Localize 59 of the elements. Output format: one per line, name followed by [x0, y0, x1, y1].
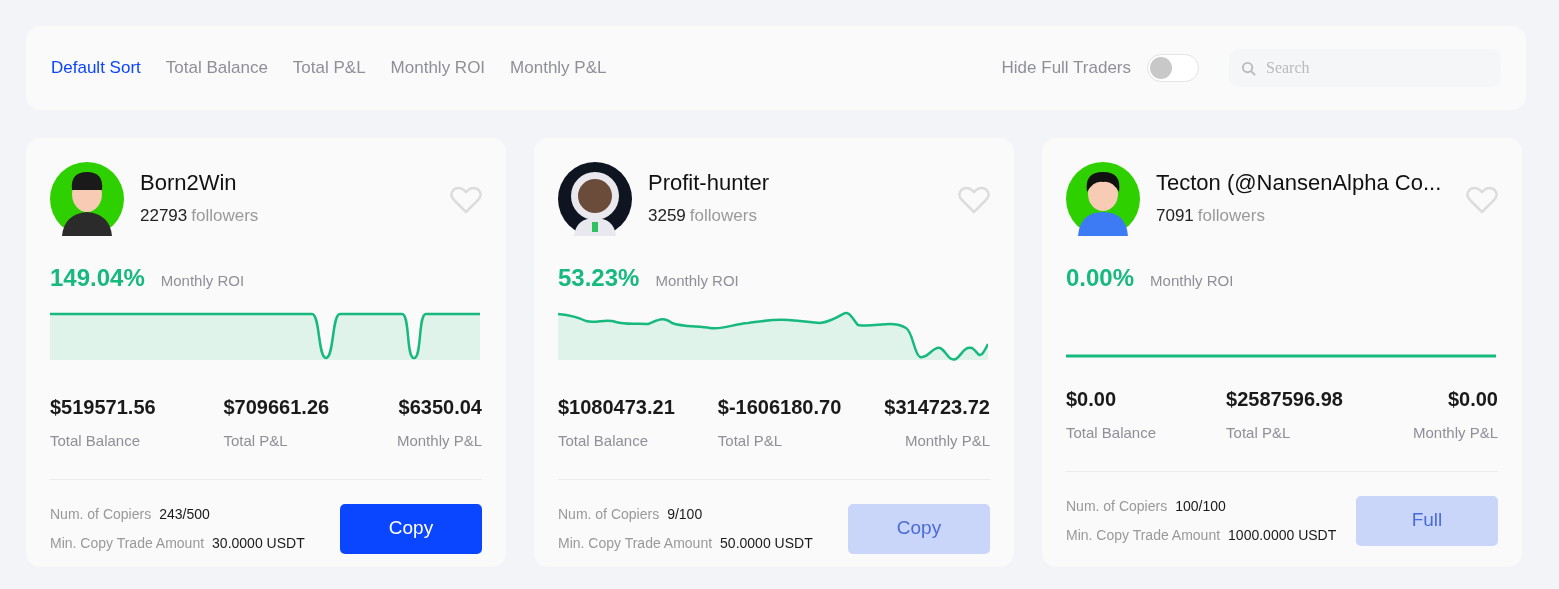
stat-value: $314723.72: [884, 395, 990, 420]
roi-value: 0.00%: [1066, 263, 1135, 293]
stat-value: $0.00: [1446, 387, 1498, 412]
roi-value: 53.23%: [558, 263, 640, 293]
copiers-label: Num. of Copiers: [50, 504, 152, 524]
stat-label: Total Balance: [558, 431, 650, 451]
min-amount-label: Min. Copy Trade Amount: [1066, 525, 1221, 545]
copiers-label: Num. of Copiers: [558, 504, 660, 524]
search-icon: [1241, 60, 1256, 76]
roi-label: Monthly ROI: [160, 271, 245, 291]
toggle-switch[interactable]: [1147, 54, 1199, 82]
roi-label: Monthly ROI: [655, 271, 739, 291]
sort-tab[interactable]: Total P&L: [292, 55, 366, 81]
stat-value: $6350.04: [397, 395, 482, 420]
stat-label: Total P&L: [223, 431, 289, 451]
min-amount-label: Min. Copy Trade Amount: [558, 533, 713, 553]
followers-label: followers: [1197, 205, 1265, 227]
sort-tab[interactable]: Monthly P&L: [510, 55, 607, 81]
heart-icon[interactable]: [450, 186, 482, 214]
stat-value: $709661.26: [223, 395, 330, 420]
search-box[interactable]: Search: [1229, 49, 1501, 87]
min-amount-value: 30.0000 USDT: [212, 533, 305, 553]
trader-name[interactable]: Profit-hunter: [648, 166, 958, 199]
copiers-count: 243/500: [159, 504, 210, 524]
stat-label: Total P&L: [717, 431, 784, 451]
stat-value: $0.00: [1066, 387, 1118, 412]
follower-count: 3259: [648, 205, 686, 227]
followers-label: followers: [689, 205, 757, 227]
min-amount-value: 1000.0000 USDT: [1228, 525, 1337, 545]
stat-label: Total Balance: [1066, 423, 1157, 443]
copiers-count: 100/100: [1175, 496, 1226, 516]
trader-name[interactable]: Born2Win: [140, 166, 450, 199]
toggle-label: Hide Full Traders: [1001, 57, 1131, 80]
stat-label: Total Balance: [50, 431, 142, 451]
sort-tab[interactable]: Monthly ROI: [390, 55, 486, 81]
min-amount-value: 50.0000 USDT: [720, 533, 813, 553]
roi-label: Monthly ROI: [1150, 271, 1234, 291]
trader-name[interactable]: Tecton (@NansenAlpha Co...: [1156, 166, 1466, 199]
stat-label: Monthly P&L: [396, 431, 482, 451]
stat-value: $2587596.98: [1226, 387, 1343, 412]
sort-tab[interactable]: Default Sort: [51, 55, 141, 81]
follower-count: 7091: [1156, 205, 1194, 227]
stat-label: Monthly P&L: [1412, 423, 1498, 443]
search-field[interactable]: Search: [1264, 55, 1489, 81]
sort-tab[interactable]: Total Balance: [165, 55, 268, 81]
copiers-label: Num. of Copiers: [1066, 496, 1168, 516]
stat-value: $519571.56: [50, 395, 156, 420]
stat-value: $1080473.21: [558, 395, 675, 420]
heart-icon[interactable]: [1466, 186, 1498, 214]
stat-label: Total P&L: [1226, 423, 1292, 443]
follower-count: 22793: [140, 205, 188, 227]
min-amount-label: Min. Copy Trade Amount: [50, 533, 205, 553]
copy-button[interactable]: Copy: [340, 503, 482, 554]
followers-label: followers: [191, 205, 259, 227]
heart-icon[interactable]: [958, 186, 990, 214]
roi-value: 149.04%: [50, 263, 145, 293]
stat-label: Monthly P&L: [903, 431, 990, 451]
stat-value: $-1606180.70: [717, 395, 842, 420]
copiers-count: 9/100: [667, 504, 703, 524]
